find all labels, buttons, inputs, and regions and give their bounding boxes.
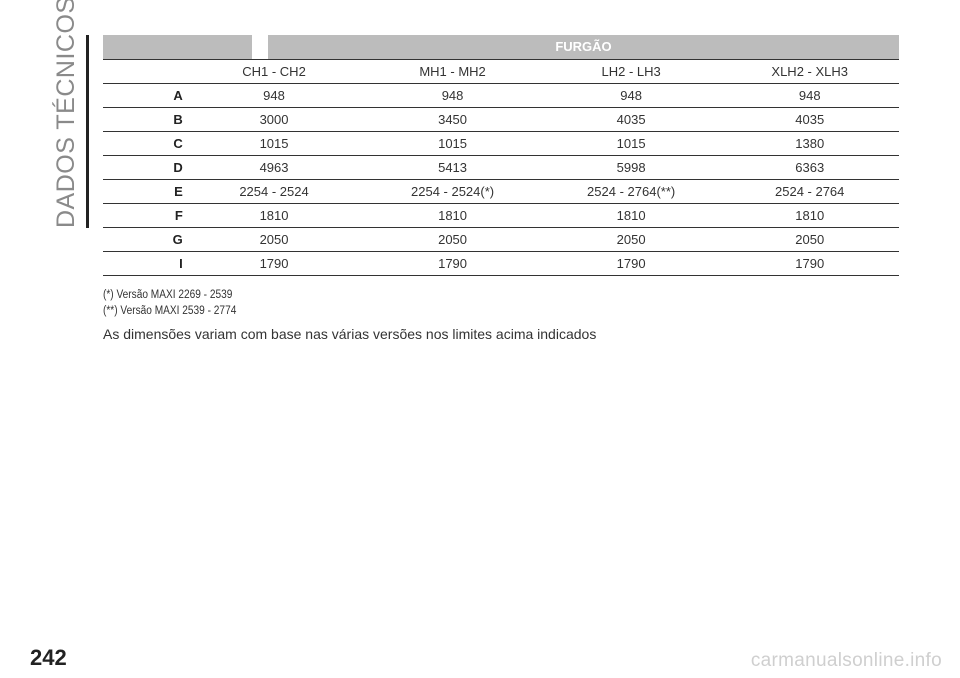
table-row: I 1790 1790 1790 1790 — [103, 251, 899, 276]
table-cell: 1380 — [720, 131, 899, 156]
section-rule — [86, 35, 89, 228]
table-cell: 6363 — [720, 155, 899, 180]
table-cell: 3450 — [363, 107, 542, 132]
watermark: carmanualsonline.info — [750, 650, 942, 671]
row-label: A — [103, 83, 185, 108]
cell-value: 2254 - 2524 — [239, 184, 309, 199]
table-cell: 1810 — [184, 203, 364, 228]
row-label: D — [103, 155, 185, 180]
row-label: F — [103, 203, 185, 228]
table-cell: 1790 — [363, 251, 542, 276]
table-row: E 2254 - 2524 2254 - 2524(*) 2524 - 2764… — [103, 179, 899, 204]
footnote: (*) Versão MAXI 2269 - 2539 — [103, 289, 233, 301]
table-cell: 4035 — [541, 107, 721, 132]
row-label: I — [103, 251, 185, 276]
table-row: D 4963 5413 5998 6363 — [103, 155, 899, 180]
table-cell: 3000 — [184, 107, 364, 132]
column-header: XLH2 - XLH3 — [720, 59, 899, 84]
table-row: A 948 948 948 948 — [103, 83, 899, 108]
row-label: B — [103, 107, 185, 132]
table-cell: 5998 — [541, 155, 721, 180]
column-header: CH1 - CH2 — [184, 59, 364, 84]
header-blank-cell — [103, 35, 252, 59]
table-cell: 1790 — [720, 251, 899, 276]
table-cell: 2524 - 2764(**) — [541, 179, 721, 204]
column-header: MH1 - MH2 — [363, 59, 542, 84]
table-header-bar: FURGÃO — [103, 35, 899, 59]
table-cell: 2050 — [541, 227, 721, 252]
column-header: LH2 - LH3 — [541, 59, 721, 84]
table-header-title: FURGÃO — [268, 35, 899, 59]
table-cell: 2050 — [184, 227, 364, 252]
table-cell: 2050 — [720, 227, 899, 252]
table-cell: 2050 — [363, 227, 542, 252]
row-label: E — [103, 179, 185, 204]
table-cell: 1810 — [363, 203, 542, 228]
table-cell: 4035 — [720, 107, 899, 132]
dimensions-table: CH1 - CH2 MH1 - MH2 LH2 - LH3 XLH2 - XLH… — [103, 59, 899, 276]
footnote-mark: (**) — [656, 184, 676, 199]
table-cell: 1015 — [363, 131, 542, 156]
table-cell: 1790 — [541, 251, 721, 276]
row-label: G — [103, 227, 185, 252]
footnote: (**) Versão MAXI 2539 - 2774 — [103, 305, 237, 317]
footnote-mark: (*) — [480, 184, 495, 199]
table-cell: 1810 — [541, 203, 721, 228]
page-number: 242 — [30, 645, 67, 670]
footnotes: (*) Versão MAXI 2269 - 2539 (**) Versão … — [103, 287, 236, 319]
table-cell: 5413 — [363, 155, 542, 180]
table-cell: 1810 — [720, 203, 899, 228]
table-row: B 3000 3450 4035 4035 — [103, 107, 899, 132]
table-cell: 2254 - 2524 — [184, 179, 364, 204]
table-cell: 2254 - 2524(*) — [363, 179, 542, 204]
corner-cell — [103, 59, 185, 84]
table-cell: 948 — [541, 83, 721, 108]
summary-text: As dimensões variam com base nas várias … — [103, 326, 597, 342]
table-cell: 1015 — [541, 131, 721, 156]
table-cell: 948 — [184, 83, 364, 108]
table-cell: 1015 — [184, 131, 364, 156]
table-cell: 948 — [363, 83, 542, 108]
column-header-row: CH1 - CH2 MH1 - MH2 LH2 - LH3 XLH2 - XLH… — [103, 59, 899, 84]
section-title: DADOS TÉCNICOS — [52, 0, 80, 228]
cell-value: 2524 - 2764 — [775, 184, 845, 199]
table-row: F 1810 1810 1810 1810 — [103, 203, 899, 228]
cell-value: 2254 - 2524 — [411, 184, 481, 199]
row-label: C — [103, 131, 185, 156]
table-cell: 2524 - 2764 — [720, 179, 899, 204]
table-cell: 1790 — [184, 251, 364, 276]
cell-value: 2524 - 2764 — [587, 184, 657, 199]
table-cell: 4963 — [184, 155, 364, 180]
table-row: C 1015 1015 1015 1380 — [103, 131, 899, 156]
table-cell: 948 — [720, 83, 899, 108]
table-row: G 2050 2050 2050 2050 — [103, 227, 899, 252]
